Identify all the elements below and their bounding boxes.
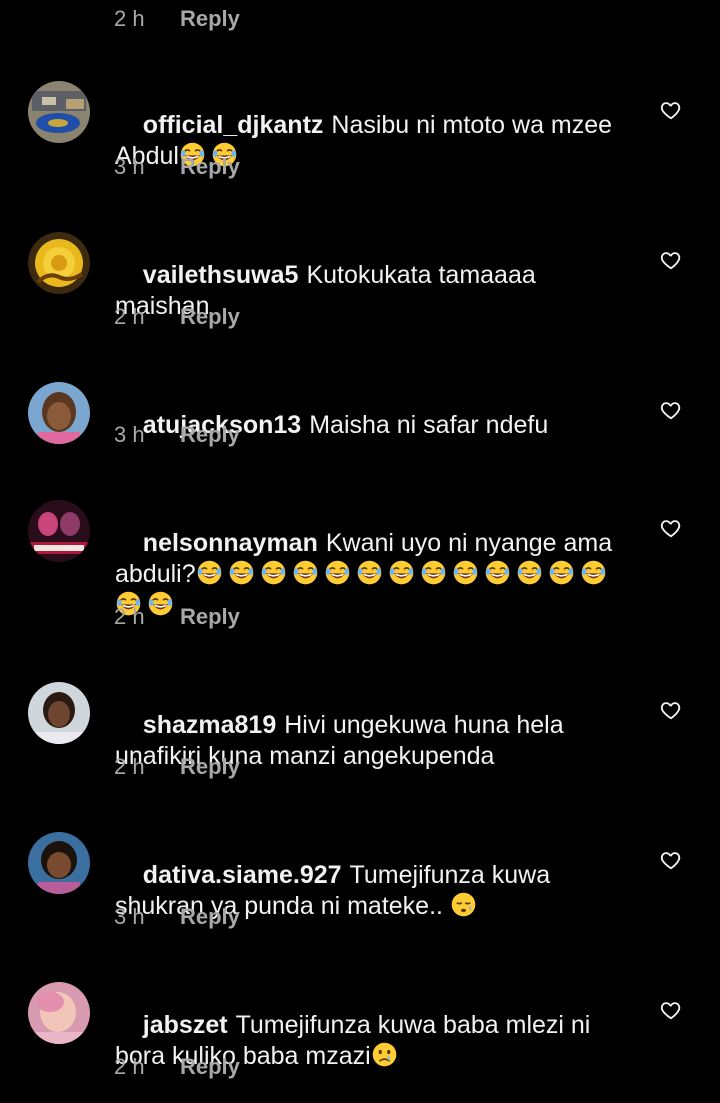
comment-meta: 2 h Reply <box>114 300 240 334</box>
avatar[interactable] <box>28 232 90 294</box>
comment-time: 2 h <box>114 604 145 629</box>
comment-body: shazma819 Hivi ungekuwa huna hela unafiki… <box>115 679 635 803</box>
avatar-image <box>28 500 90 562</box>
reply-button[interactable]: Reply <box>180 154 240 180</box>
comment-time: 2 h <box>114 6 145 31</box>
joy-emoji-icon <box>580 559 607 586</box>
comment-username[interactable]: jabszet <box>143 1011 228 1039</box>
reply-button[interactable]: Reply <box>180 6 240 32</box>
comment-username[interactable]: vailethsuwa5 <box>143 261 299 289</box>
comment-time: 3 h <box>114 154 145 179</box>
comment-username[interactable]: official_djkantz <box>143 111 324 139</box>
avatar[interactable] <box>28 81 90 143</box>
like-heart-icon[interactable] <box>660 99 682 121</box>
comment-meta: 3 h Reply <box>114 418 240 452</box>
joy-emoji-icon <box>452 559 479 586</box>
avatar-image <box>28 382 90 444</box>
joy-emoji-icon <box>292 559 319 586</box>
like-heart-icon[interactable] <box>660 849 682 871</box>
joy-emoji-icon <box>260 559 287 586</box>
avatar-image <box>28 982 90 1044</box>
comment-emojis <box>371 1042 403 1070</box>
avatar-image <box>28 682 90 744</box>
joy-emoji-icon <box>324 559 351 586</box>
comment-body: dativa.siame.927 Tumejifunza kuwa shukran… <box>115 829 635 953</box>
joy-emoji-icon <box>420 559 447 586</box>
comment-meta: 2 h Reply <box>114 600 240 634</box>
comment-username[interactable]: dativa.siame.927 <box>143 861 342 889</box>
joy-emoji-icon <box>228 559 255 586</box>
comment-username[interactable]: shazma819 <box>143 711 276 739</box>
reply-button[interactable]: Reply <box>180 1054 240 1080</box>
comment-body: official_djkantz Nasibu ni mtoto wa mzee … <box>115 79 635 203</box>
like-heart-icon[interactable] <box>660 999 682 1021</box>
comment-time: 2 h <box>114 754 145 779</box>
joy-emoji-icon <box>356 559 383 586</box>
comment-body: vailethsuwa5 Kutokukata tamaaaa maishan <box>115 229 635 353</box>
reply-button[interactable]: Reply <box>180 604 240 630</box>
like-heart-icon[interactable] <box>660 699 682 721</box>
avatar[interactable] <box>28 382 90 444</box>
avatar[interactable] <box>28 832 90 894</box>
avatar[interactable] <box>28 682 90 744</box>
joy-emoji-icon <box>548 559 575 586</box>
comment-time: 2 h <box>114 1054 145 1079</box>
comment-time: 2 h <box>114 304 145 329</box>
like-heart-icon[interactable] <box>660 517 682 539</box>
like-heart-icon[interactable] <box>660 399 682 421</box>
joy-emoji-icon <box>196 559 223 586</box>
joy-emoji-icon <box>388 559 415 586</box>
comment-time: 3 h <box>114 904 145 929</box>
reply-button[interactable]: Reply <box>180 754 240 780</box>
comment-time: 3 h <box>114 422 145 447</box>
avatar-image <box>28 81 90 143</box>
reply-button[interactable]: Reply <box>180 904 240 930</box>
avatar[interactable] <box>28 500 90 562</box>
comment-meta: 3 h Reply <box>114 900 240 934</box>
comment-username[interactable]: nelsonnayman <box>143 529 318 557</box>
comment-body: jabszet Tumejifunza kuwa baba mlezi ni bo… <box>115 979 635 1103</box>
joy-emoji-icon <box>516 559 543 586</box>
joy-emoji-icon <box>484 559 511 586</box>
previous-comment-meta: 2 h Reply <box>114 2 240 36</box>
comment-text: Maisha ni safar ndefu <box>309 411 549 439</box>
cry-emoji-icon <box>371 1041 398 1068</box>
comment-meta: 2 h Reply <box>114 1050 240 1084</box>
reply-button[interactable]: Reply <box>180 422 240 448</box>
avatar-image <box>28 232 90 294</box>
like-heart-icon[interactable] <box>660 249 682 271</box>
comment-emojis <box>450 892 482 920</box>
sleepy-emoji-icon <box>450 891 477 918</box>
reply-button[interactable]: Reply <box>180 304 240 330</box>
avatar[interactable] <box>28 982 90 1044</box>
comment-meta: 2 h Reply <box>114 750 240 784</box>
avatar-image <box>28 832 90 894</box>
comment-meta: 3 h Reply <box>114 150 240 184</box>
